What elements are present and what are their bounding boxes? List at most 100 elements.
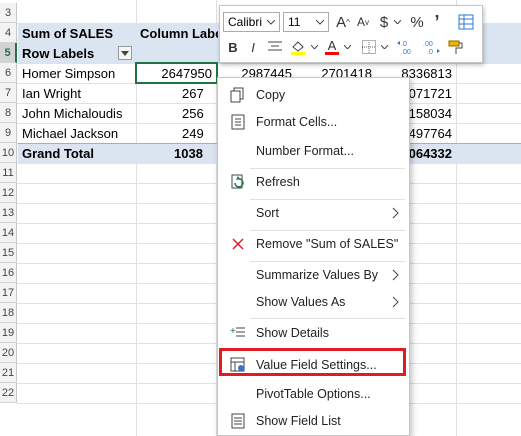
- chevron-down-icon[interactable]: [314, 16, 326, 28]
- currency-dropdown[interactable]: [392, 12, 402, 32]
- chevron-right-icon: [392, 269, 399, 281]
- value-cell[interactable]: 267: [136, 83, 216, 103]
- annotation-highlight-box: [219, 348, 406, 376]
- svg-text:.0: .0: [427, 49, 433, 55]
- row-header[interactable]: 17: [0, 283, 17, 303]
- menu-item-number-format[interactable]: Number Format...: [218, 139, 409, 163]
- increase-decimal-icon: .0 .00: [397, 41, 411, 55]
- row-header[interactable]: 11: [0, 163, 17, 183]
- chevron-down-icon: [310, 45, 318, 49]
- borders-icon: [362, 40, 376, 54]
- decrease-font-size-button[interactable]: Av: [354, 12, 372, 32]
- value-cell[interactable]: 249: [136, 123, 216, 143]
- menu-item-remove[interactable]: Remove "Sum of SALES": [218, 232, 409, 256]
- borders-dropdown[interactable]: [379, 37, 389, 57]
- row-header[interactable]: 9: [0, 123, 17, 143]
- context-menu: Copy Format Cells... Number Format... Re…: [217, 77, 410, 436]
- shrink-font-icon: A: [356, 15, 365, 29]
- decrease-decimal-button[interactable]: .00 .0: [420, 37, 442, 57]
- align-center-button[interactable]: [266, 37, 284, 57]
- menu-label: Summarize Values By: [256, 268, 379, 282]
- percent-style-button[interactable]: %: [408, 12, 426, 32]
- menu-item-show-field-list[interactable]: Show Field List: [218, 409, 409, 433]
- chevron-right-icon: [392, 207, 399, 219]
- row-header[interactable]: 8: [0, 103, 17, 123]
- close-icon: [232, 238, 244, 250]
- menu-item-pivottable-options[interactable]: PivotTable Options...: [218, 382, 409, 406]
- percent-icon: %: [410, 13, 424, 31]
- menu-label: Copy: [256, 88, 286, 102]
- row-header[interactable]: 21: [0, 363, 17, 383]
- italic-button[interactable]: I: [244, 37, 262, 57]
- active-cell[interactable]: [135, 62, 218, 84]
- row-header[interactable]: 10: [0, 143, 17, 163]
- row-header[interactable]: 6: [0, 63, 17, 83]
- menu-item-show-values-as[interactable]: Show Values As: [218, 290, 409, 314]
- bold-button[interactable]: B: [224, 37, 242, 57]
- menu-item-summarize-values-by[interactable]: Summarize Values By: [218, 263, 409, 287]
- row-header[interactable]: 18: [0, 303, 17, 323]
- row-header[interactable]: 13: [0, 203, 17, 223]
- row-label-michael[interactable]: Michael Jackson: [18, 123, 136, 143]
- comma-style-button[interactable]: ’: [430, 12, 444, 32]
- row-label-homer[interactable]: Homer Simpson: [18, 63, 136, 83]
- chevron-down-icon[interactable]: [265, 16, 277, 28]
- row-header[interactable]: 16: [0, 263, 17, 283]
- borders-button[interactable]: [360, 37, 378, 57]
- copy-icon: [230, 87, 244, 103]
- value-cell[interactable]: 256: [136, 103, 216, 123]
- font-size-value: 11: [288, 15, 301, 29]
- chevron-down-icon: [380, 45, 388, 49]
- chevron-down-icon: [121, 50, 129, 56]
- row-header[interactable]: 20: [0, 343, 17, 363]
- row-header[interactable]: 5: [0, 43, 17, 63]
- grand-total-label[interactable]: Grand Total: [18, 143, 136, 163]
- row-label-ian[interactable]: Ian Wright: [18, 83, 136, 103]
- menu-label: Show Field List: [256, 414, 341, 428]
- row-header[interactable]: 12: [0, 183, 17, 203]
- decrease-decimal-icon: .00 .0: [423, 41, 440, 55]
- svg-text:.00: .00: [401, 49, 411, 55]
- row-header[interactable]: 7: [0, 83, 17, 103]
- grand-total-cell[interactable]: 1038: [136, 143, 216, 163]
- font-size-combo[interactable]: 11: [283, 12, 329, 32]
- fill-color-button[interactable]: [288, 37, 308, 57]
- menu-item-show-details[interactable]: + Show Details: [218, 321, 409, 345]
- menu-label: Refresh: [256, 175, 300, 189]
- increase-font-size-button[interactable]: A ^: [333, 12, 353, 32]
- menu-item-refresh[interactable]: Refresh: [218, 170, 409, 194]
- chevron-right-icon: [392, 296, 399, 308]
- row-header[interactable]: 22: [0, 383, 17, 403]
- currency-format-button[interactable]: $: [376, 12, 392, 32]
- font-name-combo[interactable]: Calibri: [223, 12, 280, 32]
- row-header[interactable]: 14: [0, 223, 17, 243]
- row-header[interactable]: 15: [0, 243, 17, 263]
- grow-font-icon: A: [336, 13, 347, 31]
- field-list-icon: [231, 413, 245, 429]
- row-header[interactable]: 4: [0, 23, 17, 43]
- menu-item-format-cells[interactable]: Format Cells...: [218, 110, 409, 134]
- row-label-john[interactable]: John Michaloudis: [18, 103, 136, 123]
- paint-bucket-icon: [291, 41, 305, 55]
- column-labels-header[interactable]: Column Labels: [136, 23, 218, 43]
- menu-label: Show Details: [256, 326, 329, 340]
- format-table-button[interactable]: [456, 12, 476, 32]
- comma-icon: ’: [434, 11, 440, 32]
- row-header[interactable]: 19: [0, 323, 17, 343]
- font-color-dropdown[interactable]: [342, 37, 352, 57]
- increase-decimal-button[interactable]: .0 .00: [396, 37, 418, 57]
- svg-text:+: +: [230, 326, 236, 337]
- table-format-icon: [458, 14, 474, 30]
- menu-label: Number Format...: [256, 144, 354, 158]
- fill-color-dropdown[interactable]: [309, 37, 319, 57]
- menu-item-sort[interactable]: Sort: [218, 201, 409, 225]
- format-painter-button[interactable]: [446, 37, 466, 57]
- mini-toolbar: Calibri 11 A ^ Av $ % ’ B I A .0 .00 .00…: [219, 5, 483, 63]
- font-color-button[interactable]: A: [323, 37, 341, 57]
- menu-item-copy[interactable]: Copy: [218, 83, 409, 107]
- font-name-value: Calibri: [228, 15, 263, 29]
- row-labels-filter-button[interactable]: [118, 46, 132, 60]
- format-painter-icon: [448, 40, 463, 54]
- row-header[interactable]: 3: [0, 3, 17, 23]
- sum-of-sales-label[interactable]: Sum of SALES: [18, 23, 136, 43]
